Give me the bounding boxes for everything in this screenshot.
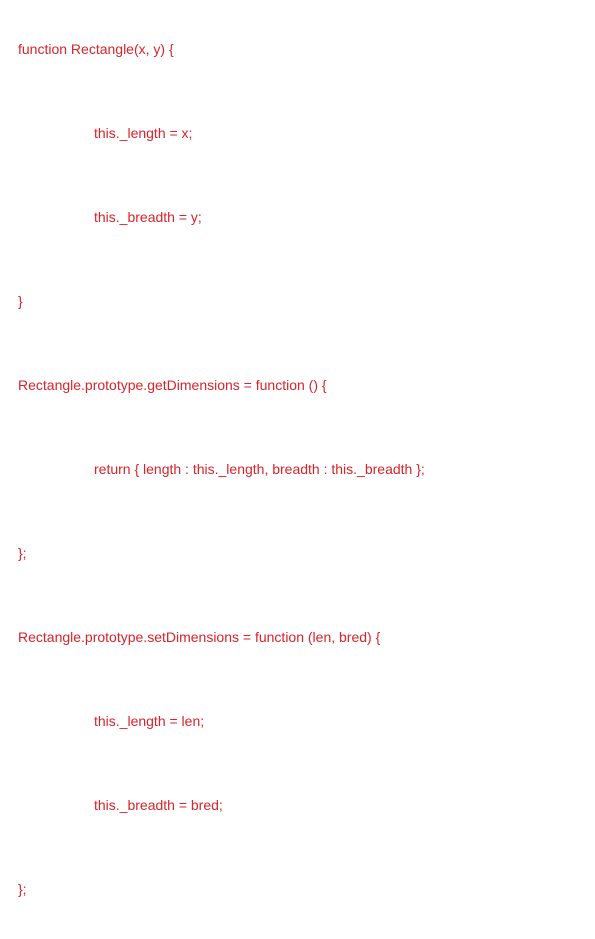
blank-line	[18, 81, 577, 102]
code-text: this._breadth = y;	[94, 209, 202, 225]
code-line: this._breadth = y;	[18, 207, 577, 228]
code-line: return { length : this._length, breadth …	[18, 459, 577, 480]
code-snippet: function Rectangle(x, y) { this._length …	[18, 18, 577, 921]
blank-line	[18, 417, 577, 438]
code-text: return { length : this._length, breadth …	[94, 461, 425, 477]
code-line: this._length = len;	[18, 711, 577, 732]
code-text: this._length = x;	[94, 125, 192, 141]
code-line: Rectangle.prototype.setDimensions = func…	[18, 627, 577, 648]
blank-line	[18, 165, 577, 186]
code-text: };	[18, 881, 27, 897]
code-line: this._length = x;	[18, 123, 577, 144]
blank-line	[18, 669, 577, 690]
code-text: this._breadth = bred;	[94, 797, 223, 813]
code-text: }	[18, 293, 23, 309]
code-line: this._breadth = bred;	[18, 795, 577, 816]
blank-line	[18, 837, 577, 858]
blank-line	[18, 585, 577, 606]
code-line: };	[18, 543, 577, 564]
code-line: };	[18, 879, 577, 900]
blank-line	[18, 753, 577, 774]
blank-line	[18, 333, 577, 354]
code-text: this._length = len;	[94, 713, 204, 729]
blank-line	[18, 501, 577, 522]
code-line: Rectangle.prototype.getDimensions = func…	[18, 375, 577, 396]
code-text: Rectangle.prototype.getDimensions = func…	[18, 377, 327, 393]
code-text: function Rectangle(x, y) {	[18, 41, 174, 57]
code-line: function Rectangle(x, y) {	[18, 39, 577, 60]
code-text: Rectangle.prototype.setDimensions = func…	[18, 629, 380, 645]
code-text: };	[18, 545, 27, 561]
blank-line	[18, 249, 577, 270]
code-line: }	[18, 291, 577, 312]
